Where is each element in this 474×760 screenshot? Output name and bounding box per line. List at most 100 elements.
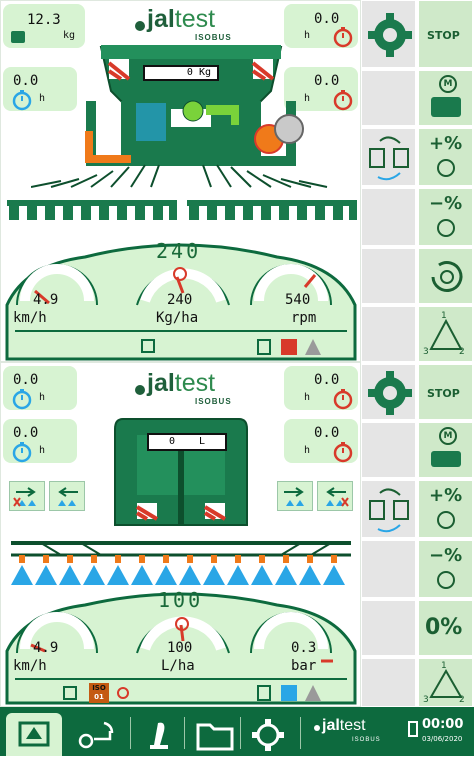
gauge-pto-unit: rpm (291, 310, 317, 326)
rate-zero-button[interactable]: 0% (418, 600, 473, 656)
logo-prefix: jal (147, 369, 175, 397)
iso-badge-line1: ISO (92, 684, 106, 692)
target-icon (437, 219, 455, 237)
tractor-icon (141, 339, 155, 353)
target-icon (175, 617, 189, 631)
section-right-on-button[interactable] (277, 481, 313, 511)
logo-dot-icon (135, 385, 145, 395)
document-icon[interactable] (257, 685, 271, 701)
right-sidebar: STOP M +% −% 1 2 3 STOP M +% −% 0% 1 2 3 (361, 0, 474, 707)
timer-br1[interactable]: 0.0 h (284, 366, 358, 410)
gear-icon (368, 371, 412, 415)
weight-unit: kg (63, 30, 76, 41)
section-control-icon[interactable] (281, 685, 297, 701)
minus-pct-label: −% (429, 545, 463, 566)
route-button[interactable]: 1 2 3 (418, 306, 473, 362)
iso-badge[interactable]: ISO 01 (89, 683, 109, 703)
spreader-mini-icon (431, 97, 461, 117)
gauge-rate-value: 240 (167, 292, 193, 308)
section-left-off-button[interactable] (9, 481, 45, 511)
footer-logo: jaltest ISOBUS (312, 717, 396, 751)
plus-pct-label: +% (429, 133, 463, 154)
clock-time: 00:00 (422, 717, 464, 732)
joystick-tab[interactable] (134, 713, 190, 756)
joystick-icon (150, 722, 168, 749)
target-icon (437, 511, 455, 529)
settings-tab[interactable] (244, 713, 300, 756)
stop-button[interactable]: STOP (418, 0, 473, 68)
iso-badge-line2: 01 (94, 693, 104, 701)
section-right-off-button[interactable] (317, 481, 353, 511)
toolbar-divider (184, 717, 185, 749)
route-point-2: 2 (459, 347, 465, 357)
swap-icon (369, 488, 409, 533)
empty-slot (361, 600, 416, 656)
gauge-pressure-value: 0.3 (291, 640, 317, 656)
stopwatch-red-icon (333, 27, 353, 48)
logo-prefix: jal (322, 717, 340, 734)
right-sections[interactable] (187, 200, 357, 220)
spread-pattern-icon[interactable] (305, 339, 321, 355)
settings-button[interactable] (361, 0, 416, 68)
rate-reset-button[interactable] (418, 248, 473, 304)
route-button[interactable]: 1 2 3 (418, 658, 473, 707)
empty-slot (361, 540, 416, 598)
sprayer-tank-display: 0 L (147, 433, 227, 451)
timer-tr1-value: 0.0 (314, 11, 340, 27)
stopwatch-blue-icon (12, 90, 32, 111)
toolbar-divider (130, 717, 131, 749)
rate-decrease-button[interactable]: −% (418, 188, 473, 246)
empty-slot (361, 658, 416, 707)
gear-icon (252, 719, 284, 751)
section-left-on-button[interactable] (49, 481, 85, 511)
target-rate[interactable]: 240 (156, 239, 201, 263)
target-icon (437, 159, 455, 177)
swap-sections-button[interactable] (361, 128, 416, 186)
stopwatch-red-icon (333, 90, 353, 111)
empty-slot (361, 188, 416, 246)
left-sections[interactable] (7, 200, 177, 220)
target-rate[interactable]: 100 (158, 588, 203, 612)
sprayer-panel: 0.0 h jaltest ISOBUS 0.0 h 0.0 h 0.0 h 0… (0, 362, 361, 707)
timer-br1-value: 0.0 (314, 372, 340, 388)
gear-icon (368, 13, 412, 57)
rate-increase-button[interactable]: +% (418, 480, 473, 538)
tractor-icon (63, 686, 77, 700)
target-icon (437, 571, 455, 589)
route-point-1: 1 (441, 311, 447, 321)
folder-icon (196, 723, 234, 751)
home-tab[interactable] (6, 713, 62, 756)
swap-sections-button[interactable] (361, 480, 416, 538)
plus-pct-label: +% (429, 485, 463, 506)
section-on-icon (284, 487, 304, 506)
timer-br1-unit: h (304, 392, 311, 403)
stop-button[interactable]: STOP (418, 364, 473, 420)
section-control-icon[interactable] (281, 339, 297, 355)
manual-mode-button[interactable]: M (418, 70, 473, 126)
logo-dot-icon (314, 725, 320, 731)
files-tab[interactable] (188, 713, 244, 756)
timer-bl1[interactable]: 0.0 h (3, 366, 77, 410)
timer-bl1-unit: h (39, 392, 46, 403)
logo-suffix: test (174, 5, 216, 33)
drop-pattern-icon[interactable] (305, 685, 321, 701)
bottom-toolbar: jaltest ISOBUS 00:00 03/06/2020 (0, 707, 474, 756)
gauge-rate-unit: L/ha (161, 658, 195, 674)
jaltest-logo: jaltest ISOBUS (133, 5, 243, 45)
manual-mode-button[interactable]: M (418, 422, 473, 478)
empty-slot (361, 306, 416, 362)
target-icon (173, 267, 187, 281)
rate-increase-button[interactable]: +% (418, 128, 473, 186)
settings-button[interactable] (361, 364, 416, 420)
toolbar-divider (300, 717, 301, 749)
document-icon[interactable] (257, 339, 271, 355)
rate-decrease-button[interactable]: −% (418, 540, 473, 598)
minus-pct-label: −% (429, 193, 463, 214)
implement-tab[interactable] (70, 713, 126, 756)
route-point-3: 3 (423, 347, 429, 357)
empty-slot (361, 422, 416, 478)
manual-badge: M (439, 75, 457, 93)
sprayer-mini-icon (431, 451, 461, 467)
clock-widget: 00:00 03/06/2020 (408, 717, 472, 753)
home-screen-icon (18, 721, 50, 747)
